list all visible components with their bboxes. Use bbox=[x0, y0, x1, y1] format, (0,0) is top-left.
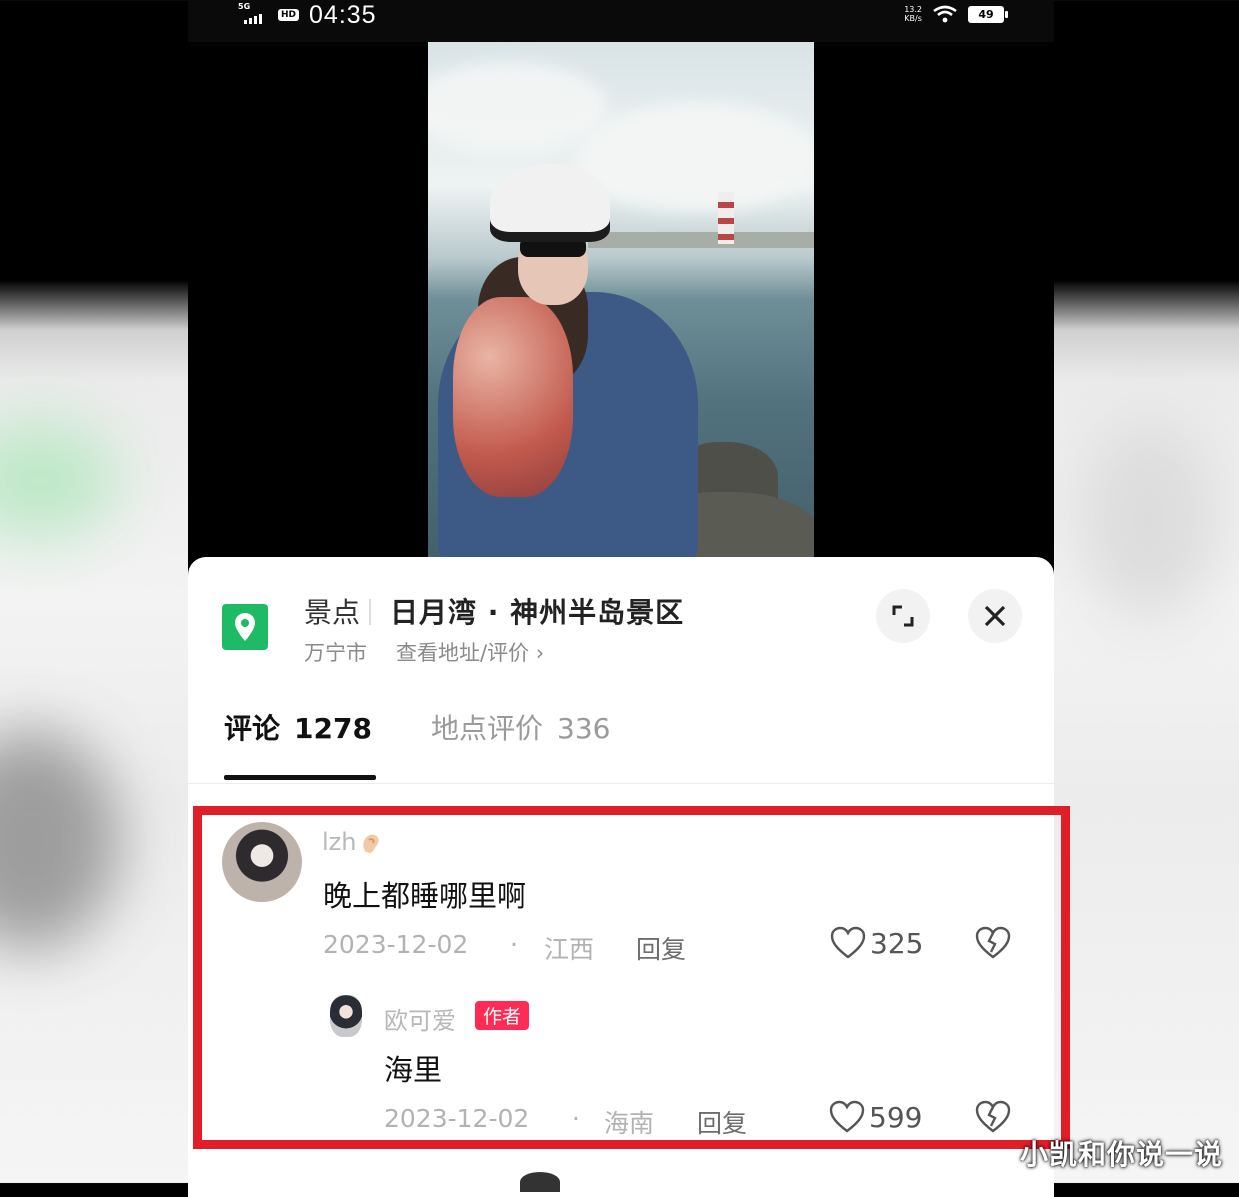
wifi-icon bbox=[933, 5, 957, 23]
highlight-box bbox=[193, 806, 1070, 1149]
close-icon bbox=[984, 605, 1006, 627]
hd-icon: HD bbox=[278, 9, 300, 21]
location-city: 万宁市 bbox=[304, 641, 367, 665]
tab-location-reviews[interactable]: 地点评价 336 bbox=[431, 707, 610, 747]
background-blur bbox=[0, 420, 120, 540]
background-blur bbox=[1079, 420, 1219, 620]
avatar bbox=[520, 1172, 560, 1192]
expand-icon bbox=[892, 605, 914, 627]
close-button[interactable] bbox=[968, 589, 1022, 643]
status-bar: 5G HD 04:35 13.2 KB/s 49 bbox=[188, 0, 1054, 42]
location-pin-icon bbox=[222, 604, 268, 650]
background-blur bbox=[0, 730, 120, 950]
divider bbox=[188, 783, 1054, 784]
video-frame bbox=[428, 42, 814, 557]
tab-comments[interactable]: 评论 1278 bbox=[224, 707, 372, 747]
active-tab-indicator bbox=[224, 775, 376, 780]
expand-button[interactable] bbox=[876, 589, 930, 643]
status-time: 04:35 bbox=[309, 0, 377, 29]
signal-icon: 5G bbox=[238, 2, 268, 26]
watermark: 小凯和你说一说 bbox=[1020, 1138, 1224, 1171]
video-player[interactable] bbox=[188, 42, 1054, 582]
net-speed: 13.2 KB/s bbox=[904, 5, 922, 23]
location-name: 日月湾 · 神州半岛景区 bbox=[390, 596, 685, 629]
location-category: 景点 bbox=[304, 596, 361, 629]
battery-icon: 49 bbox=[968, 5, 1008, 23]
divider bbox=[369, 599, 371, 625]
view-address-link[interactable]: 查看地址/评价 › bbox=[396, 637, 544, 667]
